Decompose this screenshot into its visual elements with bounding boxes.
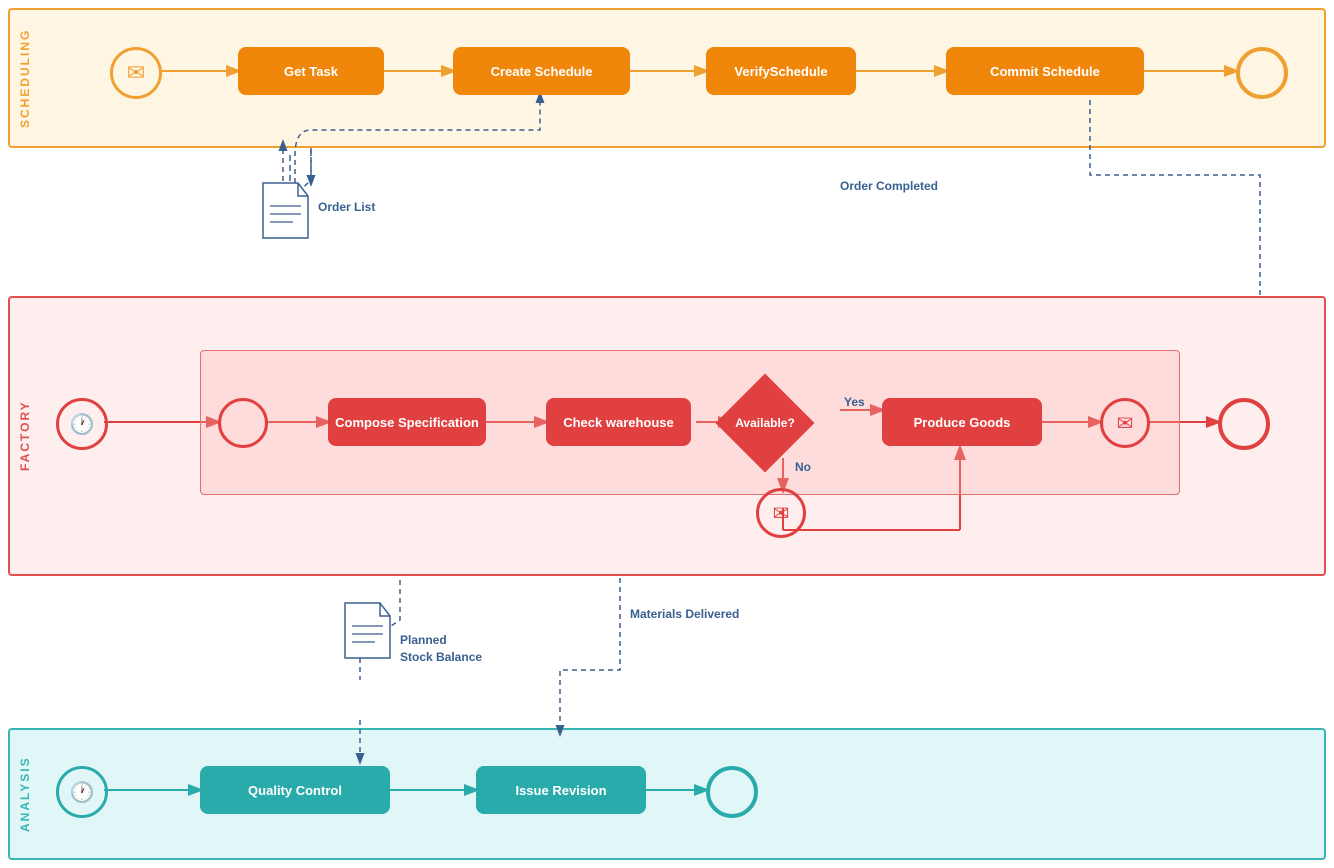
start-event-scheduling: ✉ [110, 47, 162, 99]
issue-revision-node[interactable]: Issue Revision [476, 766, 646, 814]
produce-goods-node[interactable]: Produce Goods [882, 398, 1042, 446]
order-completed-label: Order Completed [840, 179, 938, 193]
analysis-end-event [706, 766, 758, 818]
planned-stock-document [340, 598, 395, 663]
analysis-timer-event: 🕐 [56, 766, 108, 818]
get-task-node[interactable]: Get Task [238, 47, 384, 95]
available-gateway: Available? [730, 388, 800, 458]
yes-label: Yes [844, 395, 865, 409]
diagram-container: SCHEDULING FACTORY ANALYSIS [0, 0, 1334, 868]
order-list-document [258, 178, 313, 243]
check-warehouse-node[interactable]: Check warehouse [546, 398, 691, 446]
end-event-scheduling [1236, 47, 1288, 99]
factory-timer-event: 🕐 [56, 398, 108, 450]
no-label: No [795, 460, 811, 474]
materials-delivered-label: Materials Delivered [630, 607, 739, 621]
quality-control-node[interactable]: Quality Control [200, 766, 390, 814]
create-schedule-node[interactable]: Create Schedule [453, 47, 630, 95]
factory-end-event [1218, 398, 1270, 450]
verify-schedule-node[interactable]: VerifySchedule [706, 47, 856, 95]
compose-spec-node[interactable]: Compose Specification [328, 398, 486, 446]
scheduling-label: SCHEDULING [10, 10, 40, 146]
factory-subprocess-end-envelope: ✉ [1100, 398, 1150, 448]
factory-subprocess-start [218, 398, 268, 448]
planned-stock-label: Planned Stock Balance [400, 615, 482, 665]
order-list-label: Order List [318, 200, 375, 214]
factory-no-envelope: ✉ [756, 488, 806, 538]
commit-schedule-node[interactable]: Commit Schedule [946, 47, 1144, 95]
analysis-label: ANALYSIS [10, 730, 40, 858]
factory-label: FACTORY [10, 298, 40, 574]
